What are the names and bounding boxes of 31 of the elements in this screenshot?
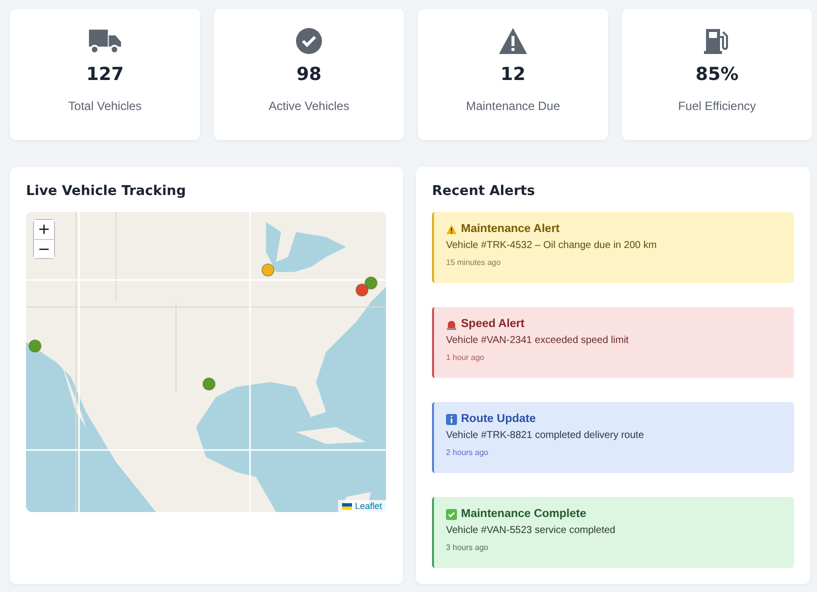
alert-message: Vehicle #TRK-4532 – Oil change due in 200 km xyxy=(446,240,658,251)
alert-time: 1 hour ago xyxy=(446,353,486,362)
stat-label: Fuel Efficiency xyxy=(678,99,756,113)
siren-icon xyxy=(446,318,457,330)
leaflet-link[interactable]: Leaflet xyxy=(354,501,382,511)
alert-message: Vehicle #TRK-8821 completed delivery route xyxy=(446,430,645,441)
truck-icon xyxy=(88,27,122,55)
alert-time: 15 minutes ago xyxy=(446,258,502,267)
stat-label: Total Vehicles xyxy=(68,99,142,113)
stat-value: 127 xyxy=(86,64,124,85)
alert-title: Speed Alert xyxy=(461,318,524,330)
alert-time: 2 hours ago xyxy=(446,448,490,457)
alert-title: Maintenance Alert xyxy=(461,223,560,235)
check-box-icon xyxy=(446,508,457,520)
stat-value: 98 xyxy=(296,64,322,85)
warning-icon xyxy=(496,27,530,55)
zoom-out-button[interactable]: − xyxy=(34,239,54,258)
alert-message: Vehicle #VAN-2341 exceeded speed limit xyxy=(446,335,630,346)
panel-title: Live Vehicle Tracking xyxy=(26,182,187,200)
alert-title: Route Update xyxy=(461,413,536,425)
alert-message: Vehicle #VAN-5523 service completed xyxy=(446,525,616,536)
stat-label: Maintenance Due xyxy=(466,99,560,113)
stat-label: Active Vehicles xyxy=(268,99,350,113)
alert-title: Maintenance Complete xyxy=(461,508,586,520)
stat-value: 85% xyxy=(695,64,739,85)
panel-title: Recent Alerts xyxy=(432,182,536,200)
info-icon xyxy=(446,414,457,424)
flag-icon xyxy=(342,502,352,510)
alert-time: 3 hours ago xyxy=(446,543,490,552)
stat-value: 12 xyxy=(500,64,526,85)
warning-icon xyxy=(446,224,457,234)
